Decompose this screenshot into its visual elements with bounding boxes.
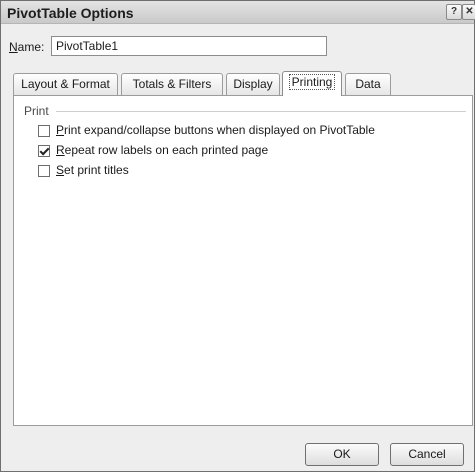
print-expand-collapse-checkbox[interactable]: [38, 125, 50, 137]
tab-label: Data: [355, 77, 381, 91]
tab-label: Layout & Format: [21, 77, 110, 91]
name-label: Name:: [9, 40, 44, 54]
dialog-title: PivotTable Options: [7, 5, 134, 21]
option-label: Print expand/collapse buttons when displ…: [56, 123, 375, 137]
tab-display[interactable]: Display: [226, 73, 280, 95]
group-divider: [56, 111, 466, 112]
name-field[interactable]: [51, 36, 327, 56]
title-bar[interactable]: PivotTable Options ? ✕: [1, 1, 475, 24]
tab-label: Display: [233, 77, 273, 91]
print-group-label: Print: [24, 104, 53, 118]
option-label: Set print titles: [56, 163, 129, 177]
tab-label: Totals & Filters: [132, 77, 212, 91]
option-label-accel: P: [56, 123, 65, 137]
close-button[interactable]: ✕: [462, 4, 475, 20]
option-label-accel: S: [56, 163, 65, 177]
option-label-text: rint expand/collapse buttons when displa…: [64, 123, 375, 137]
option-label-text: et print titles: [64, 163, 129, 177]
tab-label: Printing: [288, 74, 336, 90]
tab-layout-format[interactable]: Layout & Format: [13, 73, 118, 95]
repeat-row-labels-checkbox[interactable]: [38, 145, 50, 157]
option-label: Repeat row labels on each printed page: [56, 143, 268, 157]
tab-totals-filters[interactable]: Totals & Filters: [121, 73, 223, 95]
option-label-accel: R: [56, 143, 65, 157]
option-label-text: epeat row labels on each printed page: [64, 143, 269, 157]
cancel-button[interactable]: Cancel: [390, 443, 464, 466]
printing-tab-panel: Print Print expand/collapse buttons when…: [13, 95, 473, 426]
tab-printing[interactable]: Printing: [282, 71, 342, 96]
pivottable-options-dialog: PivotTable Options ? ✕ Name: Layout & Fo…: [0, 0, 475, 472]
name-label-text: ame:: [17, 40, 45, 54]
name-label-accel: N: [9, 40, 18, 54]
tab-data[interactable]: Data: [345, 73, 391, 95]
ok-button[interactable]: OK: [305, 443, 379, 466]
set-print-titles-checkbox[interactable]: [38, 165, 50, 177]
help-button[interactable]: ?: [446, 4, 462, 20]
